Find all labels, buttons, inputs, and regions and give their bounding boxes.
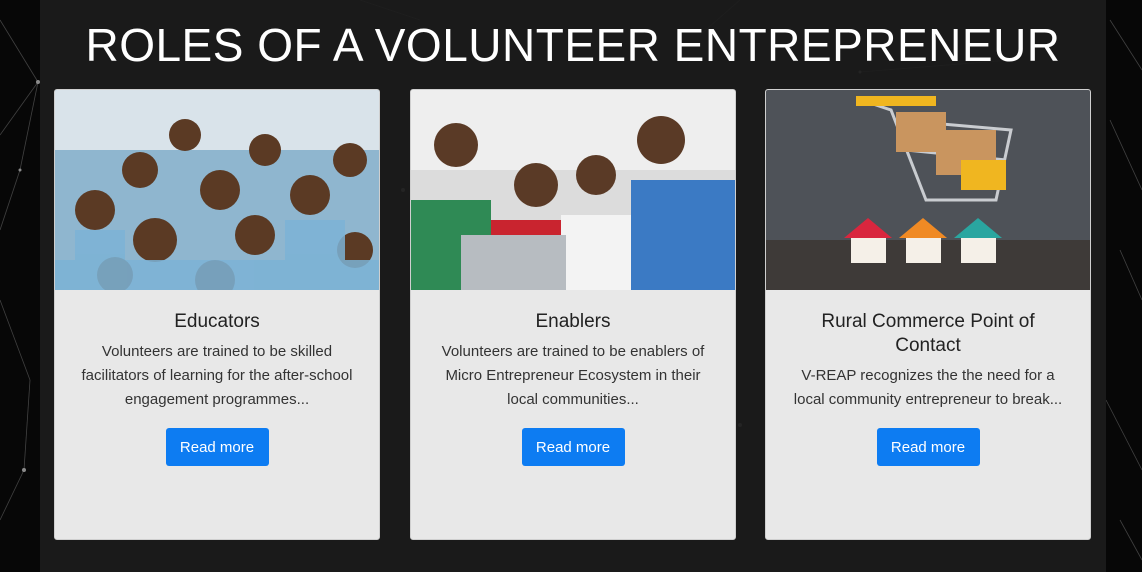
young-adults-photo-icon xyxy=(411,90,735,290)
card-description: Volunteers are trained to be enablers of… xyxy=(441,343,705,408)
card-rural-commerce: Rural Commerce Point of Contact V-REAP r… xyxy=(765,89,1091,540)
card-image-rural-commerce xyxy=(766,90,1090,290)
section-title: ROLES OF A VOLUNTEER ENTREPRENEUR xyxy=(85,19,1061,71)
read-more-button-educators[interactable]: Read more xyxy=(165,428,269,466)
students-photo-icon xyxy=(55,90,379,290)
card-description: Volunteers are trained to be skilled fac… xyxy=(81,343,353,408)
card-educators: Educators Volunteers are trained to be s… xyxy=(54,89,380,540)
read-more-button-enablers[interactable]: Read more xyxy=(521,428,625,466)
read-more-button-rural-commerce[interactable]: Read more xyxy=(876,428,980,466)
card-description: V-REAP recognizes the the need for a loc… xyxy=(793,367,1063,408)
shopping-cart-houses-icon xyxy=(766,90,1090,290)
card-title: Rural Commerce Point of Contact xyxy=(821,311,1035,356)
card-image-educators xyxy=(55,90,379,290)
card-enablers: Enablers Volunteers are trained to be en… xyxy=(410,89,736,540)
card-title: Enablers xyxy=(535,311,611,332)
card-title: Educators xyxy=(174,311,260,332)
card-image-enablers xyxy=(411,90,735,290)
roles-section: ROLES OF A VOLUNTEER ENTREPRENEUR Educat… xyxy=(40,0,1106,572)
